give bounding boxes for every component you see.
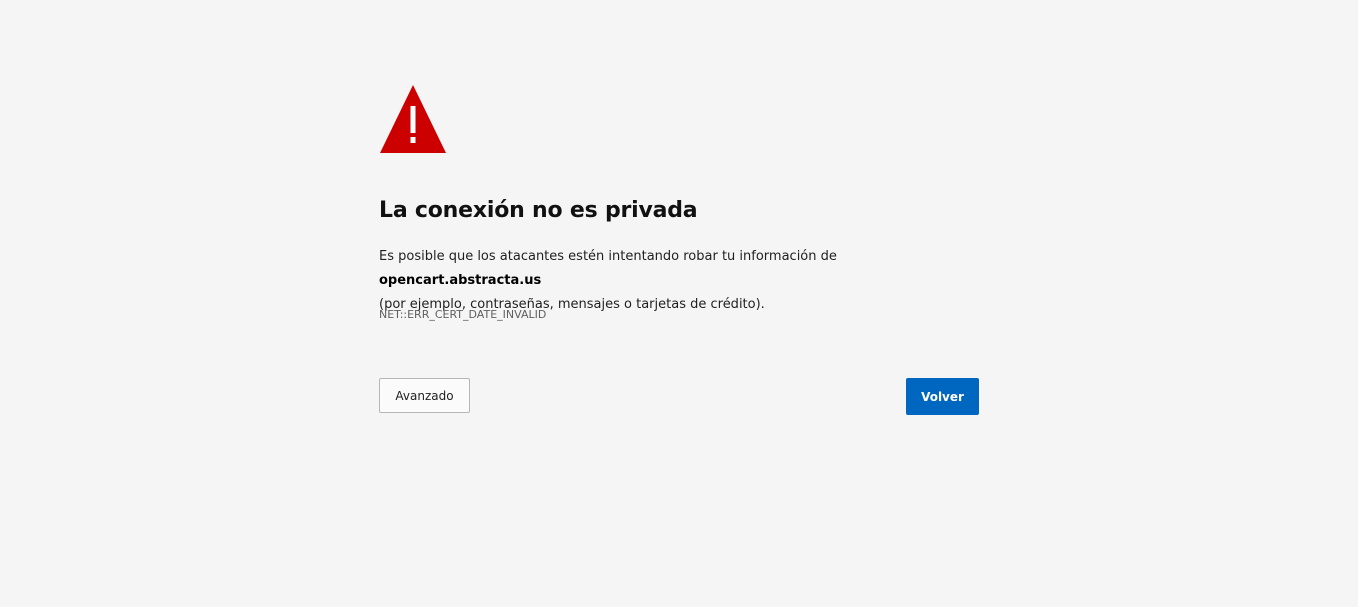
interstitial-content: La conexión no es privada Es posible que… [379, 0, 979, 607]
warning-triangle-icon [380, 85, 446, 153]
advanced-button[interactable]: Avanzado [379, 378, 470, 413]
host-name: opencart.abstracta.us [379, 273, 542, 288]
error-description: Es posible que los atacantes estén inten… [379, 245, 999, 317]
page-title: La conexión no es privada [379, 198, 698, 223]
back-button[interactable]: Volver [906, 378, 979, 415]
description-text: Es posible que los atacantes estén inten… [379, 249, 837, 264]
error-code: NET::ERR_CERT_DATE_INVALID [379, 308, 547, 321]
